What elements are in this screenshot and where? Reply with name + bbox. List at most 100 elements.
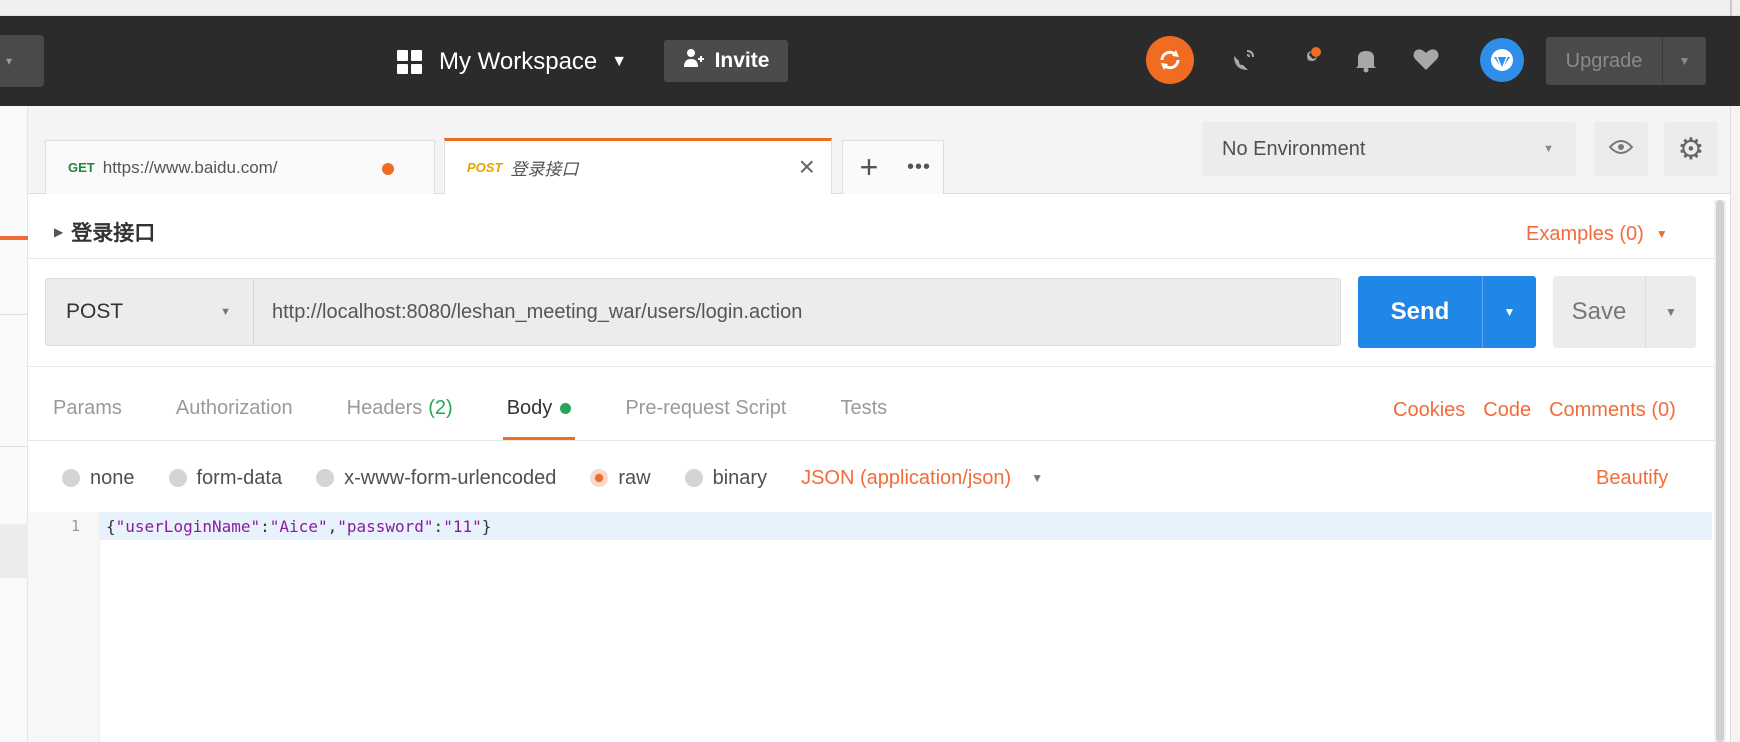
environment-quick-look-button[interactable] — [1594, 122, 1648, 176]
tab-post-login[interactable]: POST 登录接口 × — [444, 138, 832, 194]
bell-icon[interactable] — [1348, 42, 1384, 78]
body-editor[interactable] — [28, 512, 1712, 742]
code-token: : — [433, 516, 444, 536]
radio-binary[interactable]: binary — [684, 467, 767, 490]
divider — [0, 446, 28, 447]
tab-label: https://www.baidu.com/ — [102, 157, 278, 177]
add-tab-button[interactable]: + — [843, 149, 895, 186]
wrench-icon[interactable] — [1290, 42, 1326, 78]
code-token: "password" — [337, 516, 434, 536]
status-dot-icon — [560, 402, 572, 414]
request-subtabs: Params Authorization Headers (2) Body Pr… — [53, 388, 941, 440]
active-indicator — [0, 236, 28, 240]
radio-none[interactable]: none — [62, 467, 135, 490]
radio-circle[interactable] — [316, 469, 335, 487]
invite-label: Invite — [714, 49, 770, 72]
window-edge — [1730, 0, 1732, 16]
beautify-link[interactable]: Beautify — [1596, 458, 1668, 498]
radio-raw[interactable]: raw — [590, 466, 651, 490]
chevron-down-icon: ▼ — [1031, 471, 1044, 485]
sync-icon[interactable] — [1146, 36, 1194, 84]
heart-icon[interactable] — [1408, 42, 1444, 78]
radio-circle[interactable] — [684, 469, 703, 487]
gear-icon: ⚙ — [1677, 132, 1705, 166]
radio-label: raw — [618, 466, 651, 489]
tab-prerequest-script[interactable]: Pre-request Script — [625, 397, 786, 420]
invite-button[interactable]: Invite — [664, 40, 788, 82]
vertical-scrollbar[interactable] — [1714, 200, 1726, 742]
code-token: { — [106, 516, 116, 536]
radio-form-data[interactable]: form-data — [168, 467, 282, 490]
unsaved-dot-icon — [382, 163, 394, 175]
window-top-strip — [0, 0, 1740, 16]
tab-body-label: Body — [506, 396, 553, 419]
close-icon[interactable]: × — [799, 151, 815, 183]
radio-label: x-www-form-urlencoded — [344, 466, 557, 489]
chevron-down-icon: ▼ — [611, 53, 628, 70]
tab-body[interactable]: Body — [502, 396, 575, 440]
chevron-down-icon: ▼ — [220, 306, 231, 318]
headers-count: (2) — [428, 396, 453, 419]
chevron-down-icon[interactable]: ▼ — [1646, 305, 1696, 319]
tab-headers[interactable]: Headers (2) — [347, 397, 453, 420]
upgrade-button[interactable]: Upgrade ▼ — [1546, 37, 1706, 85]
chevron-down-icon: ▼ — [1655, 227, 1668, 241]
tab-method: POST — [467, 160, 503, 175]
window-right-edge — [1730, 106, 1740, 742]
workspace-switcher[interactable]: My Workspace ▼ — [397, 40, 627, 84]
send-button[interactable]: Send ▼ — [1358, 276, 1536, 348]
code-token: "11" — [443, 516, 482, 536]
environment-select[interactable]: No Environment ▼ — [1202, 122, 1576, 176]
editor-gutter — [28, 512, 100, 742]
chevron-down-icon: ▼ — [1543, 143, 1554, 155]
url-input[interactable]: http://localhost:8080/leshan_meeting_war… — [253, 278, 1341, 346]
radio-urlencoded[interactable]: x-www-form-urlencoded — [316, 467, 556, 490]
more-tabs-button[interactable]: ••• — [895, 156, 943, 179]
line-number: 1 — [70, 517, 80, 535]
code-token: "Aice" — [269, 516, 328, 536]
tab-authorization[interactable]: Authorization — [176, 397, 293, 420]
satellite-icon[interactable] — [1226, 42, 1262, 78]
radio-circle[interactable] — [590, 469, 609, 487]
examples-label: Examples (0) — [1526, 222, 1644, 245]
url-value: http://localhost:8080/leshan_meeting_war… — [272, 300, 803, 323]
manage-environments-button[interactable]: ⚙ — [1664, 122, 1718, 176]
tab-method: GET — [68, 160, 95, 175]
examples-dropdown[interactable]: Examples (0) ▼ — [1526, 216, 1668, 252]
code-token: , — [327, 516, 338, 536]
cookies-link[interactable]: Cookies — [1393, 399, 1465, 422]
save-button[interactable]: Save ▼ — [1553, 276, 1696, 348]
tab-params[interactable]: Params — [53, 397, 122, 420]
workspace-grid-icon — [397, 50, 422, 74]
tab-headers-label: Headers — [346, 396, 423, 419]
chevron-down-icon[interactable]: ▼ — [1483, 305, 1536, 319]
divider — [28, 366, 1718, 367]
upgrade-label: Upgrade — [1565, 49, 1643, 72]
radio-circle[interactable] — [168, 469, 187, 487]
code-link[interactable]: Code — [1483, 399, 1531, 422]
raw-format-select[interactable]: JSON (application/json) ▼ — [801, 467, 1043, 490]
tab-actions: + ••• — [842, 140, 944, 194]
radio-label: none — [90, 466, 135, 489]
scrollbar-thumb[interactable] — [1716, 200, 1724, 742]
tab-label: 登录接口 — [510, 160, 579, 179]
code-line[interactable]: {"userLoginName": "Aice", "password": "11"} — [106, 512, 491, 540]
sidebar-toggle-button[interactable]: ▾ — [0, 35, 44, 87]
tab-tests[interactable]: Tests — [840, 397, 887, 420]
radio-circle[interactable] — [62, 469, 80, 487]
tab-get-baidu[interactable]: GET https://www.baidu.com/ — [45, 140, 435, 194]
save-label: Save — [1571, 298, 1627, 325]
app-header — [0, 16, 1740, 106]
sidebar-item[interactable] — [0, 524, 28, 578]
request-name[interactable]: ▶ 登录接口 — [54, 214, 155, 250]
raw-format-label: JSON (application/json) — [801, 466, 1012, 489]
comments-link[interactable]: Comments (0) — [1549, 399, 1676, 422]
request-title: 登录接口 — [71, 222, 156, 245]
avatar-icon[interactable] — [1480, 38, 1524, 82]
chevron-down-icon[interactable]: ▼ — [1663, 54, 1706, 68]
divider — [28, 440, 1718, 441]
divider — [0, 314, 28, 315]
eye-icon — [1608, 139, 1634, 160]
http-method-select[interactable]: POST ▼ — [45, 278, 253, 346]
chevron-right-icon[interactable]: ▶ — [54, 225, 63, 239]
